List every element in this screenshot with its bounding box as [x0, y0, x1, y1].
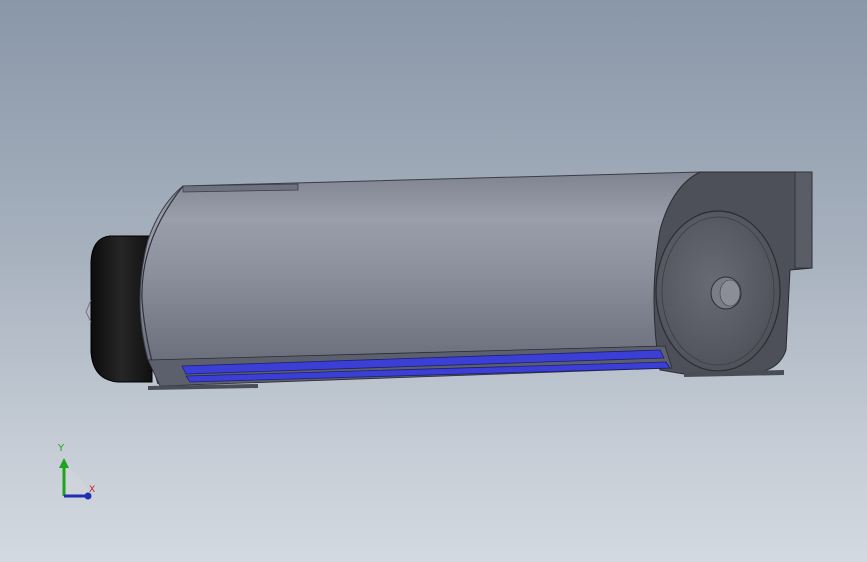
coordinate-triad: Y X [40, 440, 110, 510]
model-render[interactable] [0, 0, 867, 562]
triad-y-label: Y [58, 443, 65, 454]
triad-x-label: X [89, 485, 96, 495]
triad-axes [59, 458, 92, 500]
end-disc [655, 210, 781, 372]
graphics-viewport[interactable]: Y X [0, 0, 867, 562]
